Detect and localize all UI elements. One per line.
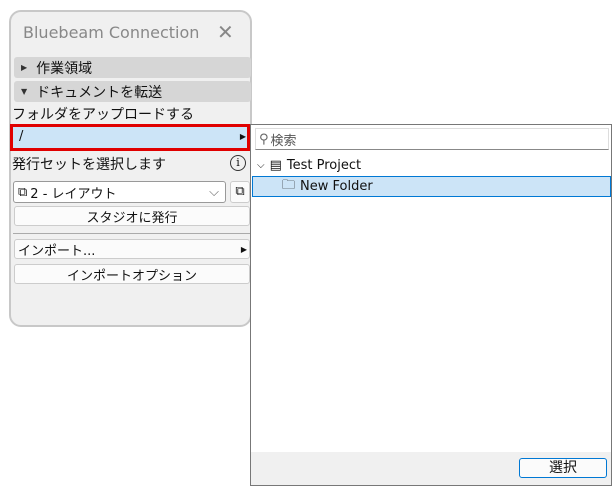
search-placeholder: 検索 <box>270 133 297 149</box>
publish-set-label: 発行セットを選択します <box>12 157 166 173</box>
select-button[interactable]: 選択 <box>519 458 607 478</box>
expand-icon: ▶ <box>21 63 28 72</box>
section-label: ドキュメントを転送 <box>36 84 163 101</box>
import-options-button[interactable]: インポートオプション <box>14 264 250 284</box>
section-label: 作業領域 <box>36 60 93 77</box>
project-icon: ▤ <box>269 157 282 173</box>
chevron-right-icon: ▶ <box>240 244 247 254</box>
tree-item-new-folder[interactable]: 🗀 New Folder <box>252 176 611 197</box>
tree-item-label: Test Project <box>286 157 362 173</box>
folder-path: / <box>19 129 24 144</box>
section-transfer-documents[interactable]: ▼ ドキュメントを転送 <box>14 81 251 102</box>
bluebeam-connection-panel: Bluebeam Connection ✕ ▶ 作業領域 ▼ ドキュメントを転送 フ… <box>9 10 252 327</box>
chevron-down-icon: ⌵ <box>209 184 219 200</box>
divider <box>13 233 250 234</box>
chevron-down-icon: ⌵ <box>257 159 265 171</box>
section-workspace[interactable]: ▶ 作業領域 <box>14 57 251 78</box>
layers-icon: ⧉ <box>18 184 28 200</box>
publish-sets-button[interactable]: ⧉ <box>230 181 250 203</box>
tree-item-label: New Folder <box>300 179 373 194</box>
close-icon[interactable]: ✕ <box>217 20 234 44</box>
upload-folder-label: フォルダをアップロードする <box>12 107 194 123</box>
import-menu-button[interactable]: インポート... ▶ <box>14 239 250 259</box>
publish-set-dropdown[interactable]: ⧉ 2 - レイアウト ⌵ <box>13 181 226 203</box>
folder-picker-popup: ⚲ 検索 ⌵ ▤ Test Project 🗀 New Folder 選択 <box>250 124 612 486</box>
search-icon: ⚲ <box>259 131 269 147</box>
tree-item-test-project[interactable]: ⌵ ▤ Test Project <box>257 155 361 175</box>
search-input[interactable]: ⚲ 検索 <box>255 128 609 150</box>
info-icon[interactable]: i <box>230 155 246 171</box>
publish-to-studio-button[interactable]: スタジオに発行 <box>14 206 250 226</box>
layers-icon: ⧉ <box>235 184 245 199</box>
panel-title: Bluebeam Connection <box>23 23 200 42</box>
publish-set-value: 2 - レイアウト <box>30 186 117 202</box>
collapse-icon: ▼ <box>21 87 28 96</box>
folder-path-selector[interactable]: / ▶ <box>10 124 250 151</box>
popup-footer: 選択 <box>251 452 611 485</box>
folder-icon: 🗀 <box>282 177 296 193</box>
chevron-right-icon: ▶ <box>239 132 246 141</box>
import-label: インポート... <box>18 243 96 259</box>
